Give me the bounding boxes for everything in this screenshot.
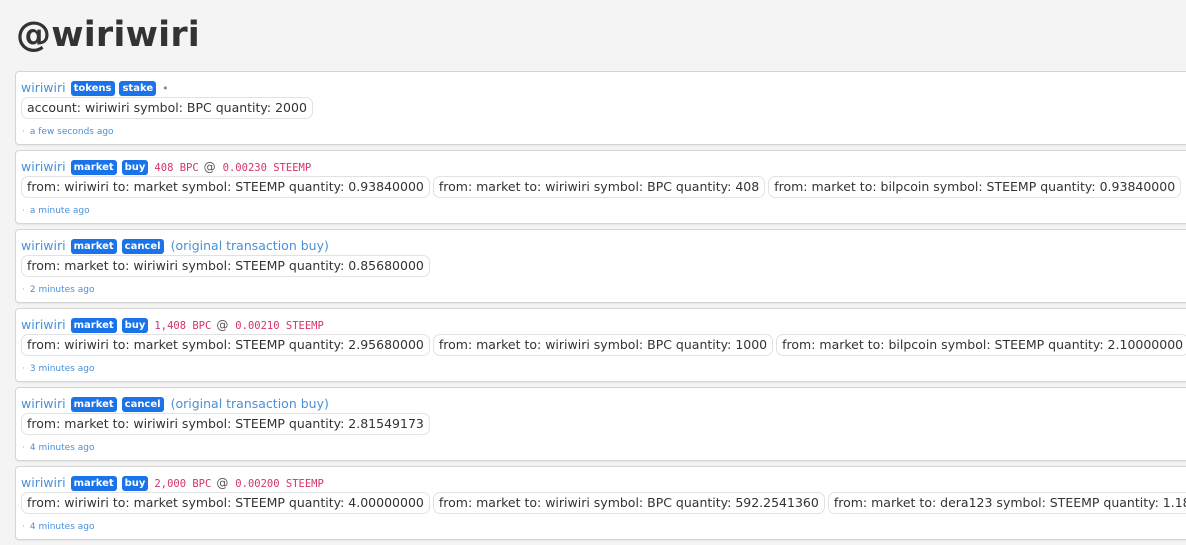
timestamp[interactable]: · 4 minutes ago (22, 443, 95, 453)
timestamp[interactable]: · 4 minutes ago (22, 522, 95, 532)
activity-card: wiriwiri market buy 1,408 BPC @ 0.00210 … (15, 308, 1186, 382)
at-sign: @ (216, 476, 229, 490)
transfer-pill: account: wiriwiri symbol: BPC quantity: … (21, 97, 313, 119)
badge-buy[interactable]: buy (121, 476, 149, 491)
transfer-list: from: wiriwiri to: market symbol: STEEMP… (21, 334, 1186, 356)
activity-header: wiriwiri tokens stake • (21, 80, 169, 97)
timestamp[interactable]: · 2 minutes ago (22, 285, 95, 295)
badge-buy[interactable]: buy (121, 160, 149, 175)
transfer-pill: from: wiriwiri to: market symbol: STEEMP… (21, 492, 430, 514)
order-price: 0.00200 STEEMP (235, 478, 324, 490)
transfer-pill: from: market to: dera123 symbol: STEEMP … (827, 492, 1186, 514)
timestamp-label[interactable]: a minute ago (30, 206, 90, 216)
transfer-pill: from: market to: bilpcoin symbol: STEEMP… (768, 176, 1182, 198)
user-link[interactable]: wiriwiri (21, 238, 66, 253)
transfer-pill: from: market to: wiriwiri symbol: BPC qu… (432, 334, 774, 356)
transfer-pill: from: wiriwiri to: market symbol: STEEMP… (21, 176, 430, 198)
transfer-pill: from: market to: wiriwiri symbol: BPC qu… (432, 492, 825, 514)
timestamp-label[interactable]: a few seconds ago (30, 127, 114, 137)
badge-market[interactable]: market (70, 239, 117, 254)
badge-market[interactable]: market (70, 160, 117, 175)
original-transaction-link[interactable]: (original transaction buy) (171, 396, 329, 411)
time-separator: · (22, 443, 25, 453)
order-amount: 1,408 BPC (154, 320, 212, 332)
activity-card: wiriwiri market cancel (original transac… (15, 229, 1186, 303)
transfer-list: from: market to: wiriwiri symbol: STEEMP… (21, 413, 430, 435)
time-separator: · (22, 522, 25, 532)
activity-header: wiriwiri market buy 2,000 BPC @ 0.00200 … (21, 475, 324, 492)
badge-stake[interactable]: stake (119, 81, 157, 96)
order-amount: 408 BPC (154, 162, 199, 174)
transfer-pill: from: market to: bilpcoin symbol: STEEMP… (776, 334, 1186, 356)
badge-market[interactable]: market (70, 397, 117, 412)
original-transaction-link[interactable]: (original transaction buy) (171, 238, 329, 253)
order-amount: 2,000 BPC (154, 478, 212, 490)
user-link[interactable]: wiriwiri (21, 80, 66, 95)
activity-header: wiriwiri market buy 1,408 BPC @ 0.00210 … (21, 317, 324, 334)
user-link[interactable]: wiriwiri (21, 317, 66, 332)
timestamp-label[interactable]: 3 minutes ago (30, 364, 95, 374)
activity-card: wiriwiri tokens stake • account: wiriwir… (15, 71, 1186, 145)
time-separator: · (22, 364, 25, 374)
activity-card: wiriwiri market buy 2,000 BPC @ 0.00200 … (15, 466, 1186, 540)
timestamp[interactable]: · a few seconds ago (22, 127, 114, 137)
badge-market[interactable]: market (70, 318, 117, 333)
timestamp-label[interactable]: 4 minutes ago (30, 443, 95, 453)
badge-buy[interactable]: buy (121, 318, 149, 333)
transfer-pill: from: market to: wiriwiri symbol: BPC qu… (432, 176, 766, 198)
badge-cancel[interactable]: cancel (121, 239, 164, 254)
user-link[interactable]: wiriwiri (21, 396, 66, 411)
order-price: 0.00230 STEEMP (222, 162, 312, 174)
user-link[interactable]: wiriwiri (21, 159, 66, 174)
transfer-list: from: market to: wiriwiri symbol: STEEMP… (21, 255, 430, 277)
at-sign: @ (216, 318, 229, 332)
activity-header: wiriwiri market cancel (original transac… (21, 396, 329, 412)
at-sign: @ (203, 160, 216, 174)
activity-header: wiriwiri market cancel (original transac… (21, 238, 329, 254)
time-separator: · (22, 127, 25, 137)
transfer-pill: from: wiriwiri to: market symbol: STEEMP… (21, 334, 430, 356)
activity-card: wiriwiri market cancel (original transac… (15, 387, 1186, 461)
user-link[interactable]: wiriwiri (21, 475, 66, 490)
separator-dot: • (162, 82, 169, 95)
transfer-list: from: wiriwiri to: market symbol: STEEMP… (21, 176, 1182, 198)
timestamp[interactable]: · a minute ago (22, 206, 90, 216)
transfer-list: from: wiriwiri to: market symbol: STEEMP… (21, 492, 1186, 514)
activity-header: wiriwiri market buy 408 BPC @ 0.00230 ST… (21, 159, 311, 176)
badge-cancel[interactable]: cancel (121, 397, 164, 412)
timestamp-label[interactable]: 2 minutes ago (30, 285, 95, 295)
transfer-pill: from: market to: wiriwiri symbol: STEEMP… (21, 413, 430, 435)
timestamp[interactable]: · 3 minutes ago (22, 364, 95, 374)
badge-market[interactable]: market (70, 476, 117, 491)
timestamp-label[interactable]: 4 minutes ago (30, 522, 95, 532)
transfer-pill: from: market to: wiriwiri symbol: STEEMP… (21, 255, 430, 277)
time-separator: · (22, 206, 25, 216)
transfer-list: account: wiriwiri symbol: BPC quantity: … (21, 97, 313, 119)
order-price: 0.00210 STEEMP (235, 320, 324, 332)
time-separator: · (22, 285, 25, 295)
page-title: @wiriwiri (16, 15, 200, 55)
badge-tokens[interactable]: tokens (70, 81, 115, 96)
activity-feed: wiriwiri tokens stake • account: wiriwir… (15, 71, 1186, 545)
activity-card: wiriwiri market buy 408 BPC @ 0.00230 ST… (15, 150, 1186, 224)
